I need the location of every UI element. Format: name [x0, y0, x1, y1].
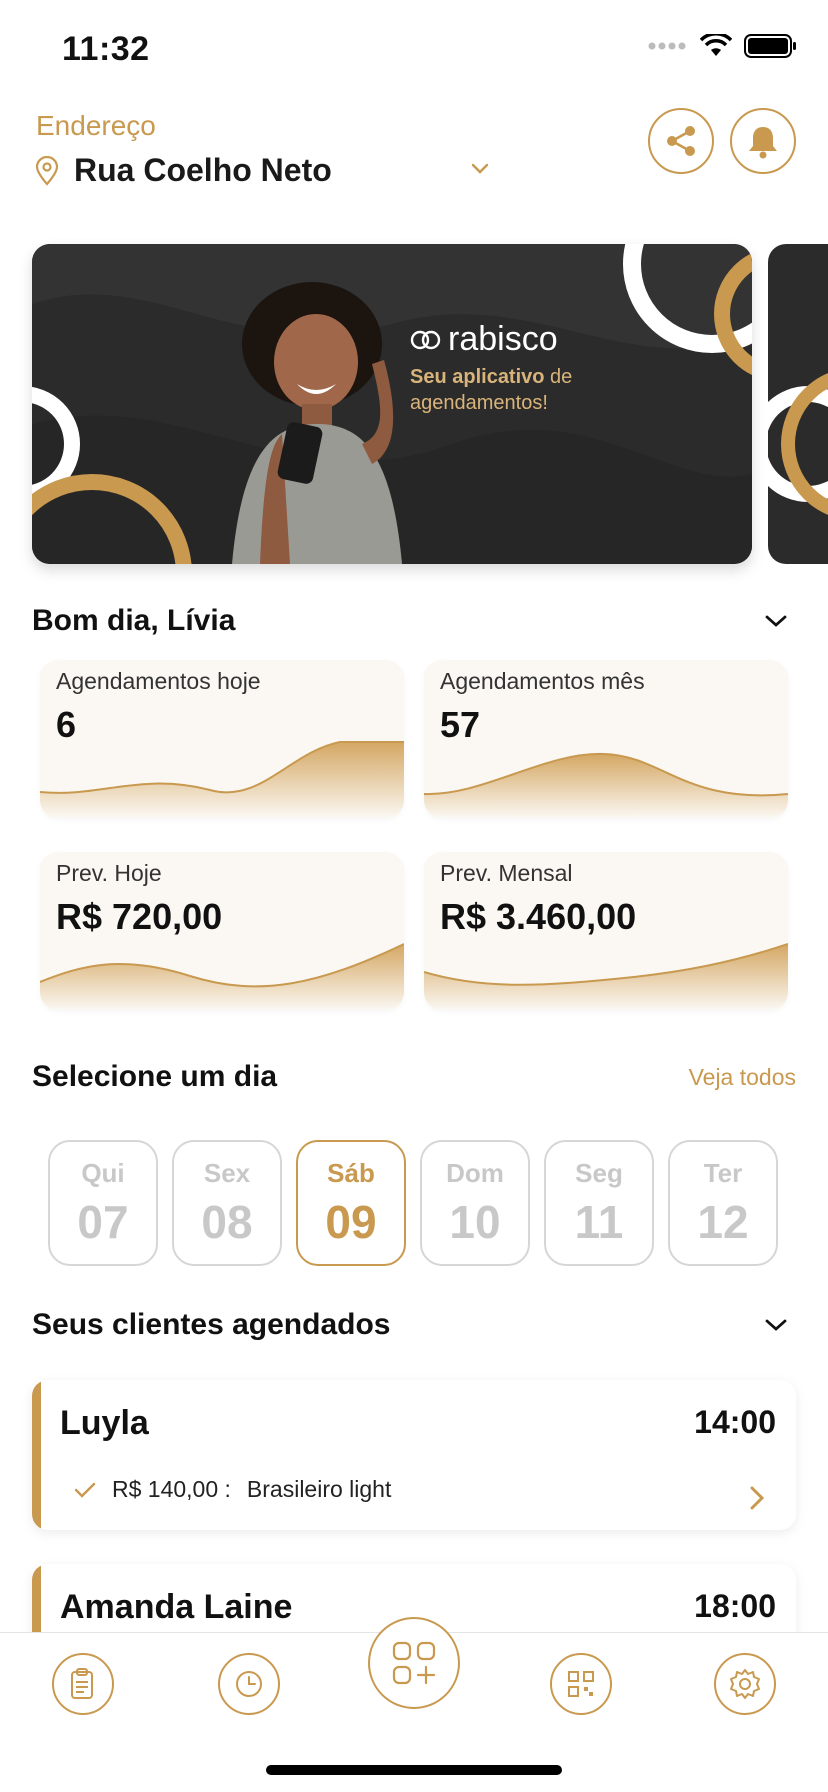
bell-icon [749, 127, 777, 159]
address-label: Endereço [36, 110, 156, 141]
banner-next-background [768, 373, 828, 515]
tab-settings[interactable] [714, 1653, 776, 1715]
clients-title: Seus clientes agendados [32, 1308, 391, 1341]
client-name: Luyla [60, 1404, 149, 1442]
chevron-down-icon[interactable] [762, 1316, 790, 1334]
home-indicator [266, 1765, 562, 1775]
day-chip[interactable]: Sex 08 [172, 1140, 282, 1266]
status-time: 11:32 [62, 30, 150, 68]
clock-icon [236, 1671, 262, 1697]
status-bar: 11:32 [0, 0, 828, 100]
greeting-title: Bom dia, Lívia [32, 604, 236, 637]
day-name: Dom [446, 1158, 504, 1188]
tab-history[interactable] [218, 1653, 280, 1715]
wave-graphic [424, 943, 788, 1010]
wave-graphic [40, 943, 404, 1010]
brand-logo: rabisco [410, 320, 558, 359]
chevron-right-icon[interactable] [748, 1484, 766, 1512]
day-name: Sáb [327, 1158, 375, 1188]
day-chip-selected[interactable]: Sáb 09 [296, 1140, 406, 1266]
tab-add-service[interactable] [368, 1617, 460, 1709]
location-pin-icon [35, 155, 59, 186]
appointment-time: 18:00 [694, 1588, 776, 1624]
stat-label: Agendamentos mês [440, 668, 645, 694]
day-number: 08 [201, 1196, 253, 1248]
appointment-detail: R$ 140,00 : Brasileiro light [74, 1476, 391, 1503]
see-all-link[interactable]: Veja todos [689, 1064, 796, 1091]
day-number: 10 [449, 1196, 501, 1248]
wave-graphic [40, 741, 404, 818]
day-number: 07 [77, 1196, 129, 1248]
status-icons [648, 34, 798, 58]
stat-label: Prev. Mensal [440, 860, 573, 886]
qr-code-icon [568, 1671, 594, 1697]
stat-label: Agendamentos hoje [56, 668, 261, 694]
stat-card-appointments-today: Agendamentos hoje 6 [40, 660, 404, 818]
client-name: Amanda Laine [60, 1588, 293, 1626]
appointment-service: Brasileiro light [246, 1476, 392, 1502]
stat-card-revenue-today: Prev. Hoje R$ 720,00 [40, 852, 404, 1010]
appointment-time: 14:00 [694, 1404, 776, 1440]
address-selector[interactable]: Rua Coelho Neto [34, 152, 494, 189]
day-chip[interactable]: Dom 10 [420, 1140, 530, 1266]
stat-label: Prev. Hoje [56, 860, 162, 886]
banner-tagline: Seu aplicativo de agendamentos! [410, 364, 650, 416]
chevron-down-icon[interactable] [762, 612, 790, 630]
share-icon [667, 126, 695, 156]
day-name: Seg [575, 1158, 623, 1188]
day-name: Qui [81, 1158, 125, 1188]
stat-card-revenue-month: Prev. Mensal R$ 3.460,00 [424, 852, 788, 1010]
signal-icon [648, 42, 686, 50]
day-name: Sex [203, 1158, 251, 1188]
promo-banner[interactable]: rabisco Seu aplicativo de agendamentos! [32, 244, 752, 564]
appointment-price: R$ 140,00 : [112, 1476, 231, 1502]
rings-logo-icon [410, 330, 441, 349]
tab-appointments[interactable] [52, 1653, 114, 1715]
day-number: 12 [697, 1196, 749, 1248]
day-chip[interactable]: Qui 07 [48, 1140, 158, 1266]
clipboard-icon [71, 1668, 93, 1699]
address-value: Rua Coelho Neto [74, 152, 332, 188]
appointment-card[interactable]: Luyla 14:00 R$ 140,00 : Brasileiro light [32, 1380, 796, 1530]
brand-name: rabisco [448, 320, 558, 358]
wave-graphic [424, 752, 788, 818]
apps-add-icon [392, 1641, 436, 1685]
day-name: Ter [703, 1158, 743, 1188]
day-chip[interactable]: Ter 12 [668, 1140, 778, 1266]
chevron-down-icon[interactable] [468, 160, 492, 176]
tab-qr-code[interactable] [550, 1653, 612, 1715]
gear-icon [730, 1669, 760, 1699]
day-number: 11 [574, 1196, 624, 1248]
woman-with-phone-image [232, 282, 402, 564]
day-chip[interactable]: Seg 11 [544, 1140, 654, 1266]
stat-card-appointments-month: Agendamentos mês 57 [424, 660, 788, 818]
battery-icon [744, 34, 796, 58]
tagline-bold: Seu aplicativo [410, 366, 545, 388]
wifi-icon [700, 34, 732, 56]
notifications-button[interactable] [730, 108, 796, 174]
check-icon [74, 1482, 96, 1498]
share-button[interactable] [648, 108, 714, 174]
promo-banner-next[interactable] [768, 244, 828, 564]
day-selector-title: Selecione um dia [32, 1060, 278, 1093]
day-number: 09 [325, 1196, 377, 1248]
